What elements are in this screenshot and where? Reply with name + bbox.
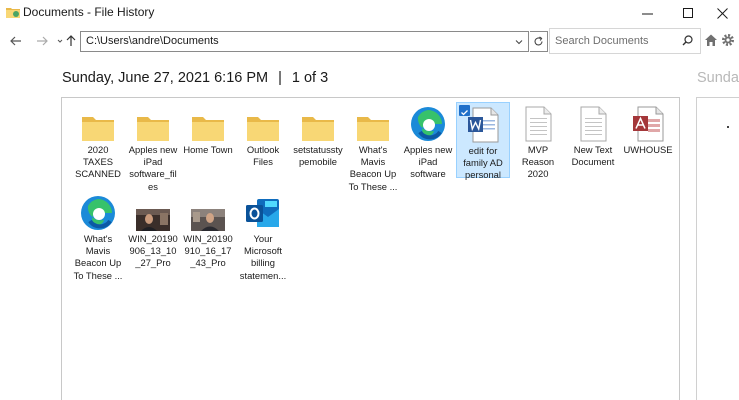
up-arrow-icon — [66, 35, 76, 46]
file-label: MVP Reason 2020 — [521, 144, 555, 180]
file-history-app-icon — [6, 8, 20, 18]
file-label: Apples new iPad software_files — [128, 144, 178, 192]
search-input[interactable] — [555, 34, 680, 48]
file-item[interactable]: What's Mavis Beacon Up To These ... — [347, 102, 399, 192]
forward-button[interactable] — [33, 32, 51, 50]
folder-icon — [357, 117, 389, 141]
photo-thumbnail-icon — [136, 209, 170, 231]
file-label: WIN_20190910_16_17_43_Pro — [183, 233, 233, 269]
minimize-button[interactable] — [630, 0, 664, 26]
close-icon — [716, 7, 728, 19]
folder-icon — [192, 117, 224, 141]
minimize-icon — [641, 13, 653, 14]
next-snapshot-marker — [727, 126, 729, 128]
file-item[interactable]: UWHOUSE — [622, 102, 674, 180]
file-label: What's Mavis Beacon Up To These ... — [348, 144, 398, 192]
file-item[interactable]: WIN_20190906_13_10_27_Pro — [127, 191, 179, 281]
address-bar[interactable]: C:\Users\andre\Documents — [80, 31, 529, 52]
file-item[interactable]: setstatusstypemobile — [292, 102, 344, 180]
maximize-icon — [682, 7, 693, 18]
file-item[interactable]: MVP Reason 2020 — [512, 102, 564, 180]
text-doc-icon — [525, 106, 552, 142]
back-arrow-icon — [10, 36, 21, 46]
edge-icon — [411, 107, 445, 141]
close-button[interactable] — [705, 0, 739, 26]
file-label: New Text Document — [571, 144, 615, 168]
file-label: UWHOUSE — [623, 144, 673, 155]
up-button[interactable] — [64, 32, 78, 50]
file-label: Your Microsoft billing statemen... — [239, 233, 287, 281]
file-label: Outlook Files — [246, 144, 280, 168]
file-item[interactable]: New Text Document — [567, 102, 619, 180]
file-item[interactable]: Home Town — [182, 102, 234, 180]
folder-icon — [137, 117, 169, 141]
title-bar: Documents - File History — [0, 0, 739, 26]
file-label: setstatusstypemobile — [293, 144, 343, 168]
file-item[interactable]: 2020 TAXES SCANNED — [72, 102, 124, 180]
folder-icon — [302, 117, 334, 141]
chevron-down-icon — [57, 39, 63, 43]
back-button[interactable] — [7, 32, 25, 50]
word-doc-icon — [468, 107, 499, 143]
snapshot-header: Sunday, June 27, 2021 6:16 PM | 1 of 3 — [62, 70, 328, 86]
file-item[interactable]: What's Mavis Beacon Up To These ... — [72, 191, 124, 281]
header-separator: | — [278, 70, 282, 86]
file-label: edit for family AD personal — [463, 145, 503, 181]
file-item[interactable]: Apples new iPad software_files — [127, 102, 179, 192]
file-label: Home Town — [183, 144, 233, 155]
snapshot-files-panel[interactable]: 2020 TAXES SCANNED Apples new iPad softw… — [61, 97, 680, 400]
file-label: Apples new iPad software — [403, 144, 453, 180]
file-label: 2020 TAXES SCANNED — [75, 144, 121, 180]
refresh-icon — [534, 36, 543, 46]
file-item[interactable]: Outlook Files — [237, 102, 289, 180]
text-doc-icon — [580, 106, 607, 142]
home-icon[interactable] — [704, 33, 718, 47]
folder-icon — [82, 117, 114, 141]
gear-icon[interactable] — [721, 33, 735, 47]
search-box[interactable] — [549, 28, 701, 54]
window-title: Documents - File History — [23, 5, 155, 19]
snapshot-page-indicator: 1 of 3 — [291, 70, 329, 86]
access-db-icon — [633, 106, 664, 142]
file-label: WIN_20190906_13_10_27_Pro — [128, 233, 178, 269]
outlook-msg-icon — [246, 199, 279, 227]
maximize-button[interactable] — [671, 0, 705, 26]
file-label: What's Mavis Beacon Up To These ... — [73, 233, 123, 281]
edge-icon — [81, 196, 115, 230]
folder-icon — [247, 117, 279, 141]
address-path: C:\Users\andre\Documents — [86, 35, 219, 47]
file-item[interactable]: WIN_20190910_16_17_43_Pro — [182, 191, 234, 281]
chevron-down-icon[interactable] — [513, 36, 525, 48]
file-item-selected[interactable]: edit for family AD personal — [456, 102, 510, 180]
photo-thumbnail-icon — [191, 209, 225, 231]
search-icon[interactable] — [682, 35, 693, 46]
snapshot-date: Sunday, June 27, 2021 6:16 PM — [62, 70, 269, 86]
file-item[interactable]: Your Microsoft billing statemen... — [237, 191, 289, 281]
forward-arrow-icon — [37, 36, 48, 46]
next-snapshot-panel[interactable] — [696, 97, 739, 400]
next-snapshot-date[interactable]: Sunday — [697, 70, 739, 86]
refresh-button[interactable] — [530, 31, 548, 52]
file-item[interactable]: Apples new iPad software — [402, 102, 454, 180]
